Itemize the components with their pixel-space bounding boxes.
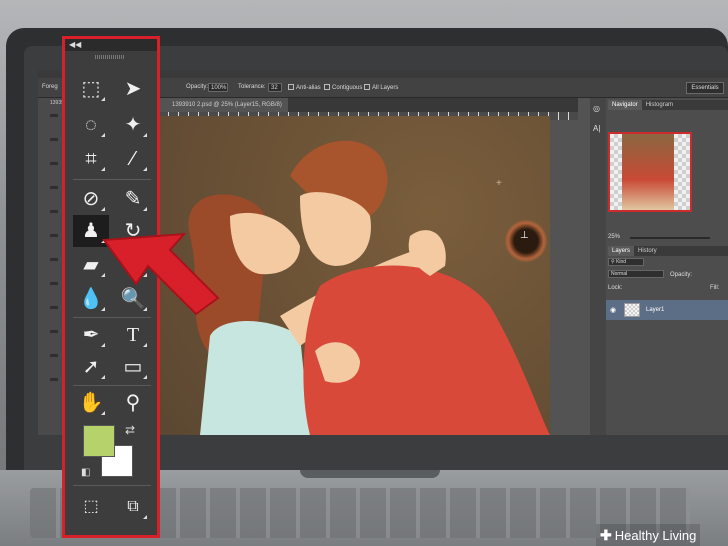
navigator-tab[interactable]: Navigator [608,100,642,110]
tool-divider [73,317,151,318]
annotation-arrow [102,232,220,316]
tool-divider [73,179,151,180]
all-layers-checkbox[interactable]: All Layers [364,84,398,91]
document-tab[interactable]: 1393910 2.psd @ 25% (Layer15, RGB/8) [158,98,288,112]
visibility-eye-icon[interactable]: ◉ [610,306,616,314]
anti-alias-checkbox[interactable]: Anti-alias [288,84,321,91]
hand-tool-icon[interactable]: ✋ [73,387,109,419]
character-panel-icon[interactable]: A| [593,124,600,133]
layer-kind-filter[interactable]: ⚲ Kind [608,258,644,266]
brush-tool-icon[interactable]: ✎ [115,183,151,215]
workspace-switcher[interactable]: Essentials [686,82,724,94]
pen-tool-icon[interactable]: ✒ [73,319,109,351]
quick-mask-icon[interactable]: ⬚ [73,491,109,523]
type-tool-icon[interactable]: T [115,319,151,351]
magic-wand-tool-icon[interactable]: ✦ [115,109,151,141]
foreground-color-swatch[interactable] [83,425,115,457]
tools-panel-header: ◀◀ [65,39,157,51]
layer-opacity-label: Opacity: [670,272,693,278]
opacity-field[interactable]: 100% [208,83,228,92]
tool-divider [73,485,151,486]
navigator-tabs: Navigator Histogram [608,100,728,110]
screen-mode-icon[interactable]: ⧉ [115,491,151,523]
move-tool-icon[interactable]: ➤ [115,73,151,105]
history-panel-icon[interactable]: ◎ [593,104,600,113]
fill-label: Fill: [710,285,720,291]
tool-divider [73,385,151,386]
layers-tabs: Layers History [608,246,728,256]
plus-icon: ✚ [600,526,612,543]
watermark: ✚ Healthy Living [596,524,701,546]
panel-grip[interactable] [95,55,125,59]
histogram-tab[interactable]: Histogram [642,100,677,110]
stamp-cursor-icon: ⊥ [520,230,529,241]
rectangle-tool-icon[interactable]: ▭ [115,351,151,383]
path-selection-tool-icon[interactable]: ➚ [73,351,109,383]
collapse-panel-icon[interactable]: ◀◀ [69,40,81,49]
marquee-tool-icon[interactable]: ⬚ [73,73,109,105]
navigator-thumbnail[interactable] [608,132,692,212]
default-colors-icon[interactable]: ◧ [81,467,90,478]
laptop-hinge [300,470,440,478]
zoom-tool-icon[interactable]: ⚲ [115,387,151,419]
swap-colors-icon[interactable]: ⇄ [125,423,135,437]
lock-label: Lock: [608,285,623,291]
healing-brush-tool-icon[interactable]: ⊘ [73,183,109,215]
blend-mode-dropdown[interactable]: Normal [608,270,664,278]
layer-thumbnail [624,303,640,317]
zoom-slider[interactable] [630,237,710,239]
layers-tab[interactable]: Layers [608,246,635,256]
watermark-text: Healthy Living [614,527,697,543]
crosshair-icon: + [496,178,502,189]
tolerance-label: Tolerance: [238,84,266,90]
opacity-label: Opacity: [186,84,209,90]
layer-name[interactable]: Layer1 [646,307,664,313]
tolerance-field[interactable]: 32 [268,83,282,92]
crop-tool-icon[interactable]: ⌗ [73,143,109,175]
navigator-zoom: 25% [608,234,726,242]
zoom-value[interactable]: 25% [608,234,620,240]
panel-icon-column: ◎ A| [590,98,606,435]
annotation-arrow-shape [102,232,220,316]
clone-stamp-cursor [505,220,547,262]
lasso-tool-icon[interactable]: ◌ [73,109,109,141]
eyedropper-tool-icon[interactable]: ⁄ [115,143,151,175]
history-tab[interactable]: History [634,246,661,256]
contiguous-checkbox[interactable]: Contiguous [324,84,362,91]
layer-row[interactable]: ◉ Layer1 [606,300,728,320]
options-preset-label[interactable]: Foreg [42,84,58,90]
